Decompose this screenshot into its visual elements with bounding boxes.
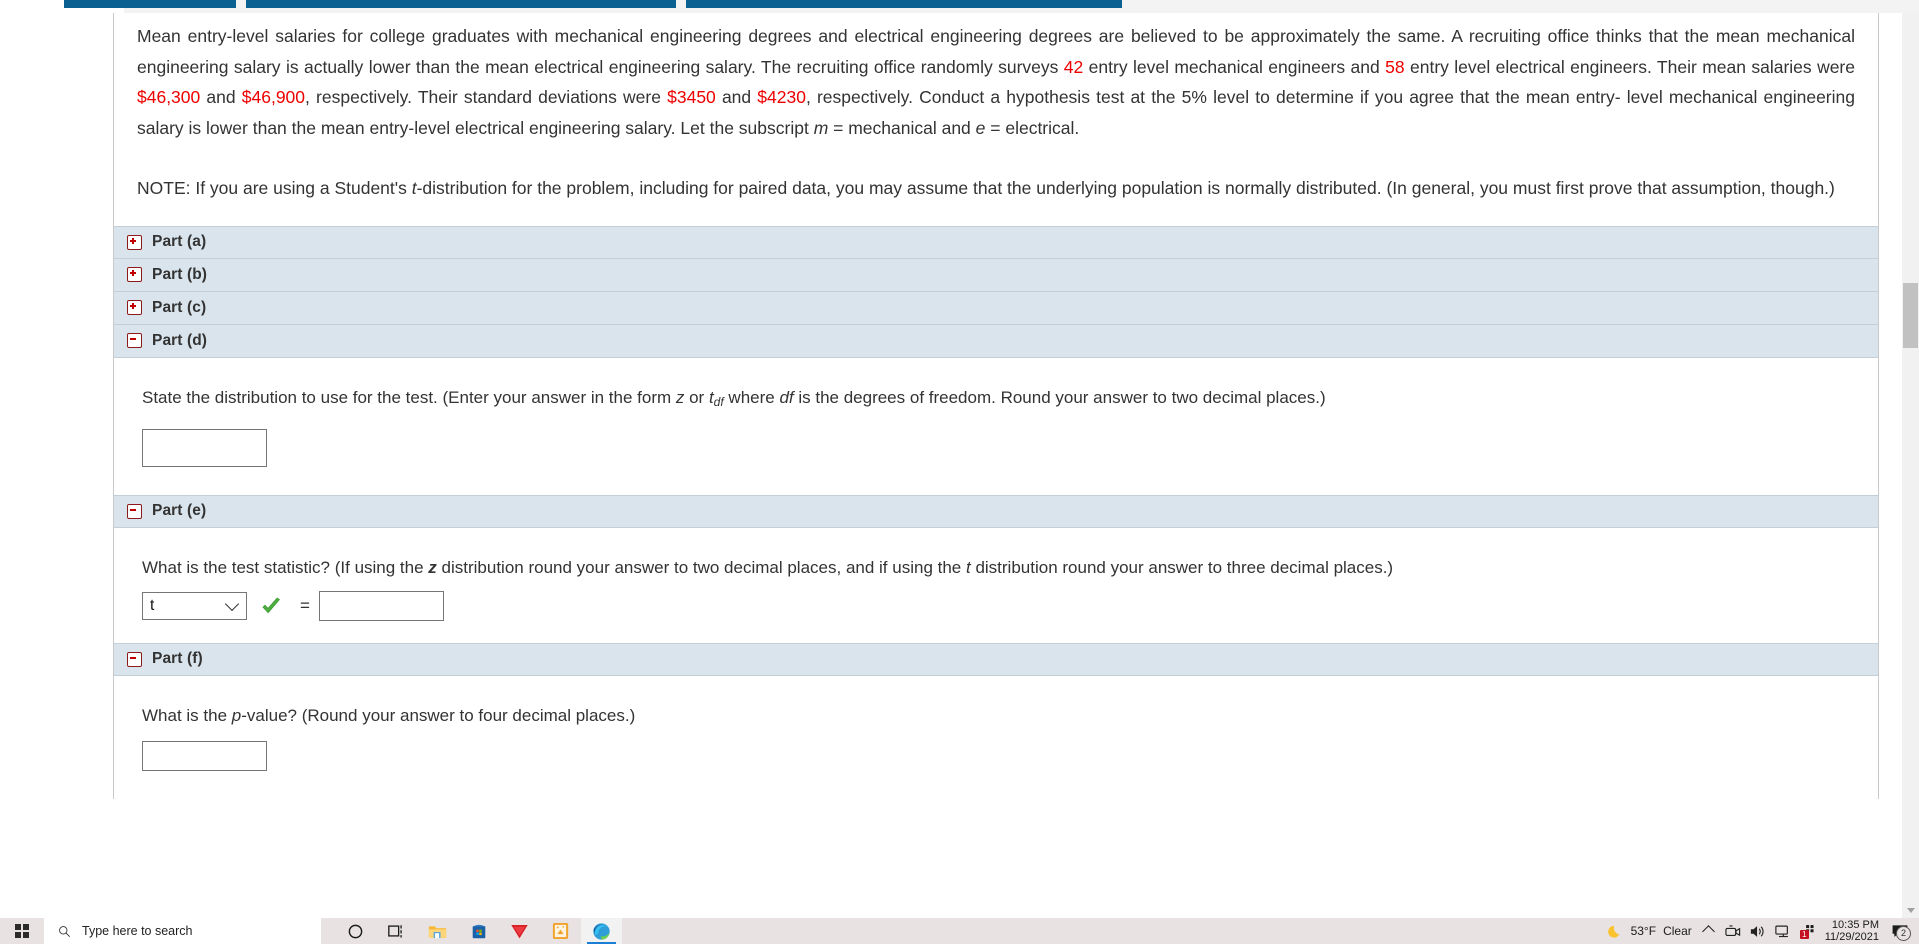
task-view-icon[interactable] — [376, 918, 417, 944]
scrollbar-thumb[interactable] — [1903, 283, 1918, 348]
part-body-e: What is the test statistic? (If using th… — [114, 527, 1878, 643]
minus-square-icon[interactable] — [127, 503, 142, 519]
search-placeholder-text: Type here to search — [82, 924, 193, 938]
browser-tab-3[interactable] — [686, 0, 1122, 8]
part-label-a: Part (a) — [152, 233, 207, 250]
speaker-icon[interactable] — [1749, 924, 1766, 939]
taskbar-search[interactable]: Type here to search — [44, 918, 321, 944]
part-label-b: Part (b) — [152, 265, 208, 283]
taskbar-pinned-icons — [335, 918, 622, 944]
moon-icon — [1607, 925, 1619, 938]
network-monitor-icon[interactable] — [1774, 924, 1791, 939]
part-label-e: Part (e) — [152, 502, 207, 519]
problem-note: NOTE: If you are using a Student's t-dis… — [137, 178, 1835, 198]
minus-square-icon[interactable] — [127, 651, 142, 667]
browser-tab-2[interactable] — [246, 0, 676, 8]
problem-statement: Mean entry-level salaries for college gr… — [114, 13, 1878, 204]
question-text-f: What is the p-value? (Round your answer … — [142, 705, 636, 725]
plus-square-icon[interactable] — [127, 267, 142, 282]
page-scrollbar[interactable] — [1902, 13, 1919, 918]
yellow-app-icon[interactable] — [540, 918, 581, 944]
microsoft-store-icon[interactable] — [458, 918, 499, 944]
answer-row-d — [114, 415, 1878, 467]
minus-square-icon[interactable] — [127, 333, 142, 348]
weather-widget[interactable]: 53°F Clear — [1607, 923, 1692, 940]
browser-tab-strip — [0, 0, 1919, 13]
system-tray: 53°F Clear 1 10:35 PM 11/29/2021 2 — [1599, 918, 1919, 944]
temperature-text: 53°F — [1630, 924, 1657, 938]
part-header-c[interactable]: Part (c) — [114, 291, 1878, 325]
p-value-input[interactable] — [142, 740, 267, 771]
cortana-icon[interactable] — [335, 918, 376, 944]
part-label-d: Part (d) — [152, 331, 208, 349]
part-header-f[interactable]: Part (f) — [114, 642, 1878, 676]
part-header-b[interactable]: Part (b) — [114, 258, 1878, 292]
file-explorer-icon[interactable] — [417, 918, 458, 944]
question-text-e: What is the test statistic? (If using th… — [142, 557, 1394, 577]
weather-condition-text: Clear — [1663, 924, 1692, 938]
onedrive-sync-icon[interactable]: 1 — [1799, 924, 1815, 939]
notifications-icon[interactable]: 2 — [1891, 924, 1911, 941]
distribution-select[interactable]: t — [142, 591, 247, 620]
plus-square-icon[interactable] — [127, 300, 142, 315]
taskbar-clock[interactable]: 10:35 PM 11/29/2021 — [1825, 919, 1879, 943]
scroll-down-arrow-icon[interactable] — [1907, 908, 1915, 913]
equals-sign: = — [300, 595, 310, 615]
answer-row-f — [114, 729, 1878, 771]
chevron-down-icon — [224, 596, 240, 611]
red-triangle-app-icon[interactable] — [499, 918, 540, 944]
windows-logo-icon — [15, 924, 29, 938]
part-body-d: State the distribution to use for the te… — [114, 357, 1878, 495]
status-badge: 1 — [1799, 929, 1809, 939]
part-header-a[interactable]: Part (a) — [114, 225, 1878, 259]
clock-time: 10:35 PM — [1831, 919, 1879, 931]
clock-date: 11/29/2021 — [1824, 931, 1879, 943]
windows-taskbar: Type here to search 53°F Clear 1 10:35 P… — [0, 918, 1919, 944]
notification-count-badge: 2 — [1896, 925, 1911, 941]
start-button[interactable] — [0, 918, 44, 944]
screen: Mean entry-level salaries for college gr… — [0, 0, 1919, 944]
answer-input-d[interactable] — [142, 428, 267, 467]
part-label-c: Part (c) — [152, 298, 207, 316]
page-viewport: Mean entry-level salaries for college gr… — [0, 13, 1919, 918]
search-icon — [59, 925, 71, 937]
question-text-d: State the distribution to use for the te… — [142, 387, 1326, 409]
distribution-select-value: t — [150, 596, 155, 614]
test-statistic-input[interactable] — [318, 590, 444, 621]
part-header-e[interactable]: Part (e) — [114, 494, 1878, 528]
part-header-d[interactable]: Part (d) — [114, 324, 1878, 358]
correct-check-icon — [260, 595, 282, 617]
problem-paragraph: Mean entry-level salaries for college gr… — [137, 26, 1855, 138]
browser-tab-1[interactable] — [64, 0, 236, 8]
plus-square-icon[interactable] — [127, 234, 142, 250]
part-body-f: What is the p-value? (Round your answer … — [114, 675, 1878, 799]
part-label-f: Part (f) — [152, 650, 203, 667]
camera-icon[interactable] — [1725, 924, 1741, 939]
chevron-up-icon[interactable] — [1701, 924, 1715, 938]
answer-row-e: t = — [114, 581, 1878, 621]
microsoft-edge-icon[interactable] — [581, 918, 622, 944]
assignment-content: Mean entry-level salaries for college gr… — [113, 13, 1879, 799]
